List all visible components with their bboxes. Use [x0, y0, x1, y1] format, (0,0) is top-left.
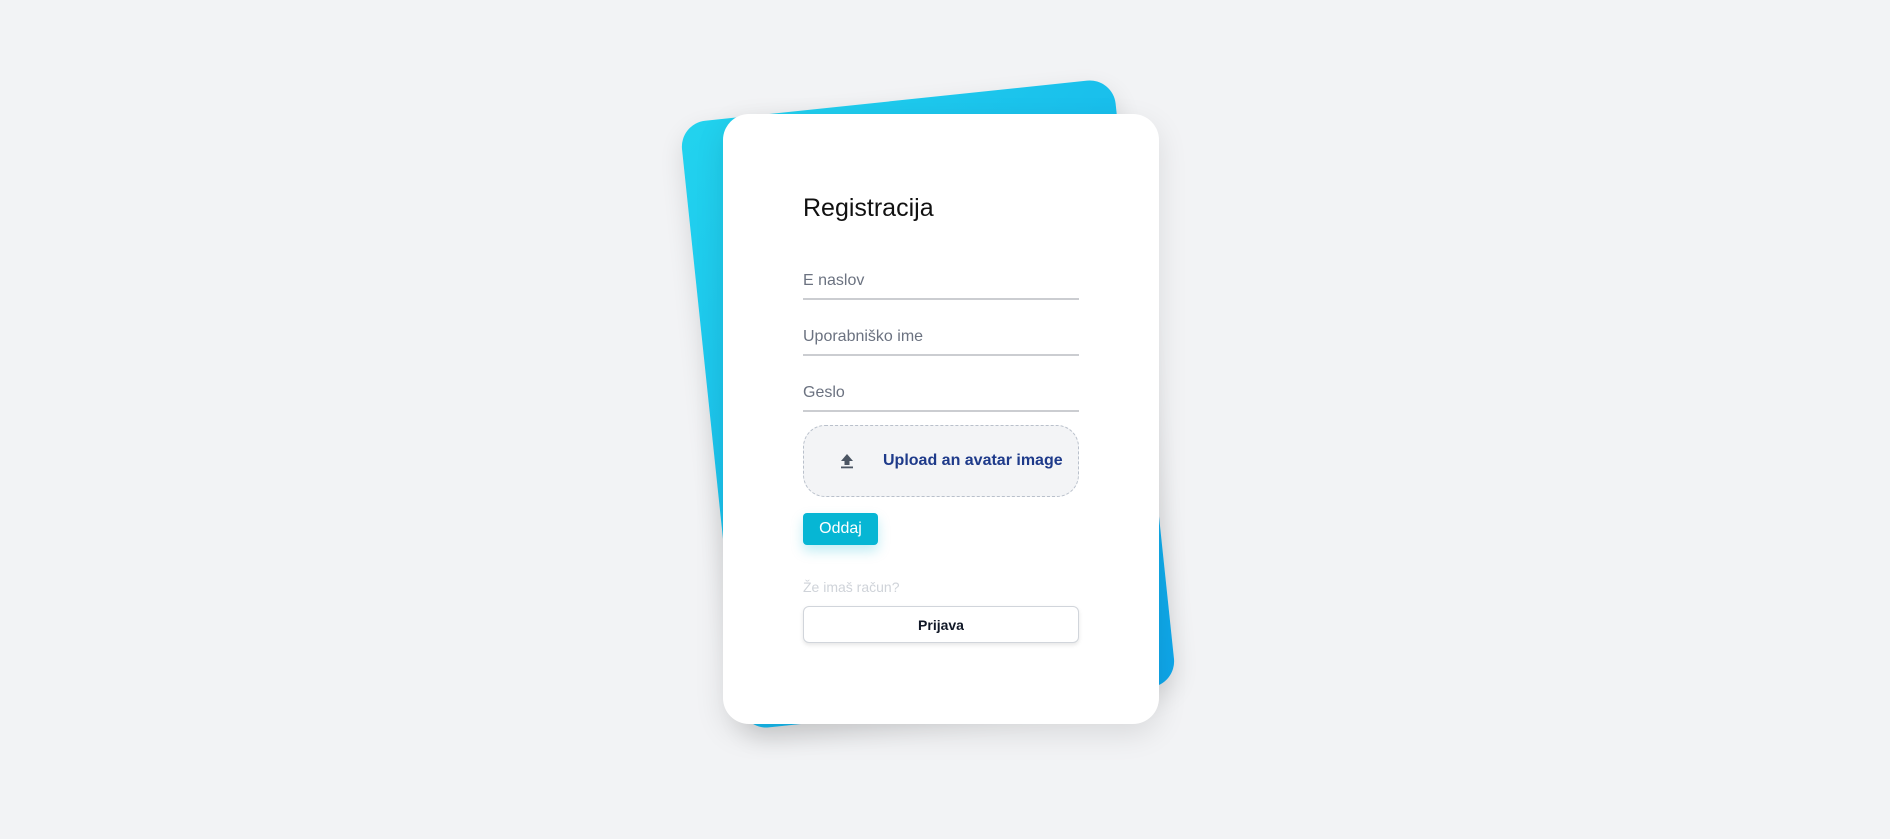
registration-card: Registracija Upload an avatar image Odda… — [723, 114, 1159, 724]
upload-icon — [837, 451, 857, 471]
avatar-upload-dropzone[interactable]: Upload an avatar image — [803, 425, 1079, 497]
submit-button[interactable]: Oddaj — [803, 513, 878, 545]
password-field — [803, 376, 1079, 412]
login-hint: Že imaš račun? — [803, 579, 900, 595]
email-input[interactable] — [803, 264, 1079, 298]
page-title: Registracija — [803, 194, 934, 222]
password-input[interactable] — [803, 376, 1079, 410]
username-input[interactable] — [803, 320, 1079, 354]
username-field — [803, 320, 1079, 356]
login-button[interactable]: Prijava — [803, 606, 1079, 643]
page: Registracija Upload an avatar image Odda… — [0, 0, 1890, 839]
email-field — [803, 264, 1079, 300]
upload-label: Upload an avatar image — [883, 452, 1063, 469]
